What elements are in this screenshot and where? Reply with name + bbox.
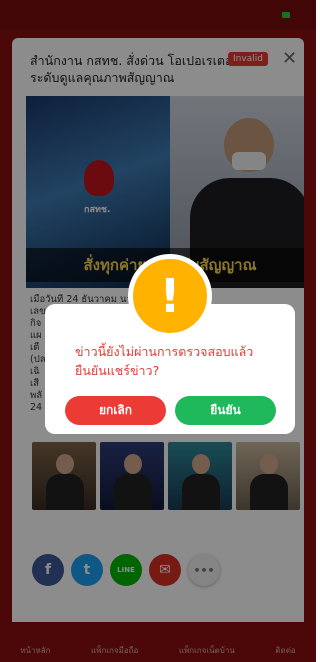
cancel-button[interactable]: ยกเลิก: [65, 396, 166, 425]
confirm-button[interactable]: ยืนยัน: [175, 396, 276, 425]
warning-icon: !: [128, 254, 212, 338]
dialog-message: ข่าวนี้ยังไม่ผ่านการตรวจสอบแล้ว ยืนยันแช…: [75, 344, 254, 378]
